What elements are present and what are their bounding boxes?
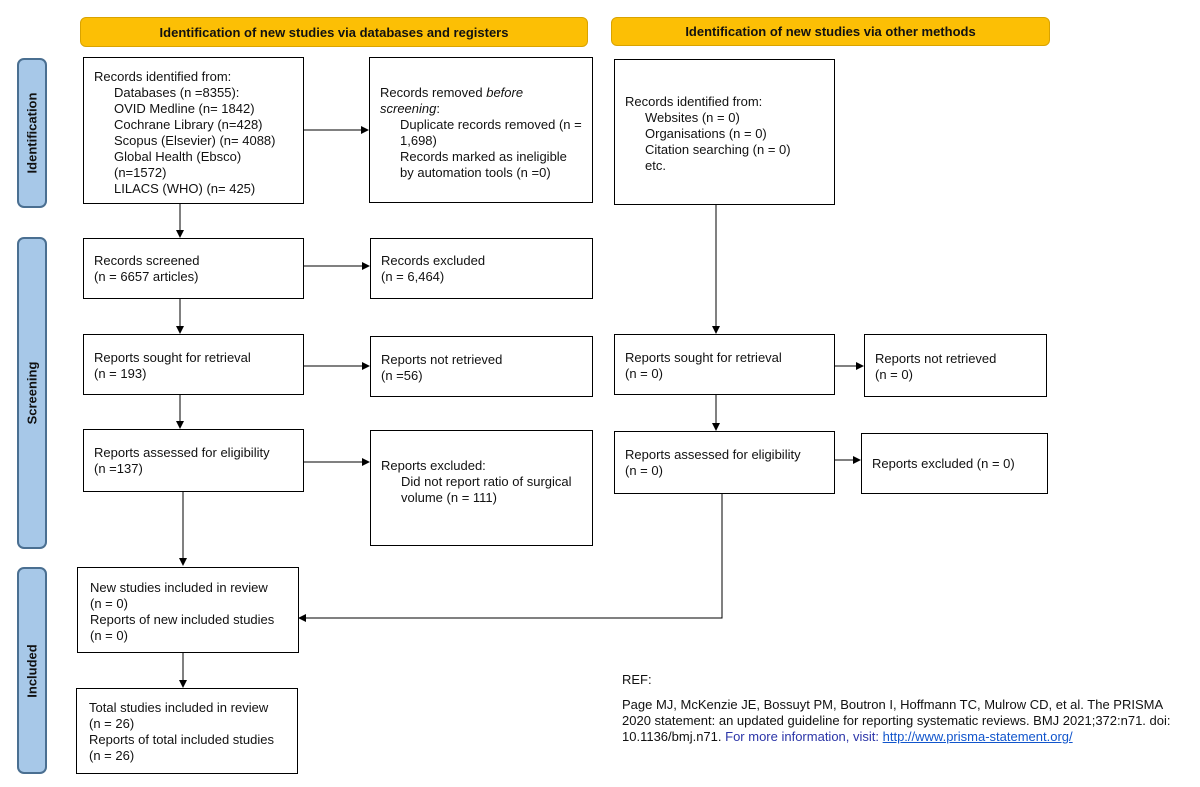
box-line: (n = 0) xyxy=(90,596,128,611)
reference-label: REF: xyxy=(622,672,652,687)
reports-not-retrieved-other: Reports not retrieved (n = 0) xyxy=(864,334,1047,397)
box-count: (n =56) xyxy=(381,368,423,383)
box-count: (n = 193) xyxy=(94,366,147,381)
box-title: Reports sought for retrieval xyxy=(625,350,782,365)
reports-assessed-other: Reports assessed for eligibility (n = 0) xyxy=(614,431,835,494)
header-databases: Identification of new studies via databa… xyxy=(80,17,588,47)
box-line: LILACS (WHO) (n= 425) xyxy=(114,181,256,196)
box-count: (n = 0) xyxy=(625,463,663,478)
box-line: Cochrane Library (n=428) xyxy=(114,117,263,132)
box-line: Records marked as ineligible by automati… xyxy=(400,149,567,180)
box-title: Records excluded xyxy=(381,253,486,268)
box-title: Reports sought for retrieval xyxy=(94,350,251,365)
box-title: Reports assessed for eligibility xyxy=(625,447,801,462)
box-line: Scopus (Elsevier) (n= 4088) xyxy=(114,133,276,148)
box-line: Citation searching (n = 0) xyxy=(645,142,791,157)
box-line: (n = 0) xyxy=(90,628,128,643)
box-title: Records removed before screening: xyxy=(380,85,524,116)
records-screened: Records screened (n = 6657 articles) xyxy=(83,238,304,299)
box-title: Reports not retrieved xyxy=(381,352,503,367)
reports-sought-databases: Reports sought for retrieval (n = 193) xyxy=(83,334,304,395)
phase-label: Included xyxy=(24,643,40,698)
records-identified-databases: Records identified from: Databases (n =8… xyxy=(83,57,304,204)
box-line: Databases (n =8355): xyxy=(114,85,240,100)
more-info-text: For more information, visit: xyxy=(725,729,879,744)
box-line: Did not report ratio of surgical volume … xyxy=(401,474,572,505)
total-studies-included: Total studies included in review (n = 26… xyxy=(76,688,298,774)
box-line: Total studies included in review xyxy=(89,700,269,715)
box-line: Reports of new included studies xyxy=(90,612,275,627)
reports-sought-other: Reports sought for retrieval (n = 0) xyxy=(614,334,835,395)
box-line: Reports of total included studies xyxy=(89,732,274,747)
box-count: (n = 0) xyxy=(625,366,663,381)
box-count: (n = 6,464) xyxy=(381,269,445,284)
phase-included: Included xyxy=(17,567,47,774)
box-title: Reports excluded: xyxy=(381,458,486,473)
box-line: Websites (n = 0) xyxy=(645,110,740,125)
reference-citation: Page MJ, McKenzie JE, Bossuyt PM, Boutro… xyxy=(622,697,1192,745)
box-title: Records identified from: xyxy=(94,69,232,84)
new-studies-included: New studies included in review (n = 0) R… xyxy=(77,567,299,653)
phase-screening: Screening xyxy=(17,237,47,549)
box-count: (n = 6657 articles) xyxy=(94,269,199,284)
records-removed: Records removed before screening: Duplic… xyxy=(369,57,593,203)
box-line: New studies included in review xyxy=(90,580,268,595)
box-title: Reports not retrieved xyxy=(875,351,997,366)
box-line: (n = 26) xyxy=(89,748,135,763)
reports-excluded-databases: Reports excluded: Did not report ratio o… xyxy=(370,430,593,546)
box-title: Reports excluded (n = 0) xyxy=(872,456,1015,471)
box-line: OVID Medline (n= 1842) xyxy=(114,101,255,116)
prisma-link[interactable]: http://www.prisma-statement.org/ xyxy=(883,729,1073,744)
reports-excluded-other: Reports excluded (n = 0) xyxy=(861,433,1048,494)
box-line: Organisations (n = 0) xyxy=(645,126,767,141)
box-line: Duplicate records removed (n = 1,698) xyxy=(400,117,582,148)
box-count: (n = 0) xyxy=(875,367,913,382)
records-identified-other: Records identified from: Websites (n = 0… xyxy=(614,59,835,205)
box-line: etc. xyxy=(645,158,666,173)
box-line: Global Health (Ebsco) (n=1572) xyxy=(114,149,242,180)
box-title: Reports assessed for eligibility xyxy=(94,445,270,460)
header-other-methods: Identification of new studies via other … xyxy=(611,17,1050,46)
box-title: Records identified from: xyxy=(625,94,763,109)
box-title: Records screened xyxy=(94,253,200,268)
phase-label: Screening xyxy=(24,361,40,425)
reports-assessed-databases: Reports assessed for eligibility (n =137… xyxy=(83,429,304,492)
reports-not-retrieved-databases: Reports not retrieved (n =56) xyxy=(370,336,593,397)
phase-identification: Identification xyxy=(17,58,47,208)
box-count: (n =137) xyxy=(94,461,143,476)
phase-label: Identification xyxy=(24,92,40,174)
box-line: (n = 26) xyxy=(89,716,135,731)
records-excluded: Records excluded (n = 6,464) xyxy=(370,238,593,299)
